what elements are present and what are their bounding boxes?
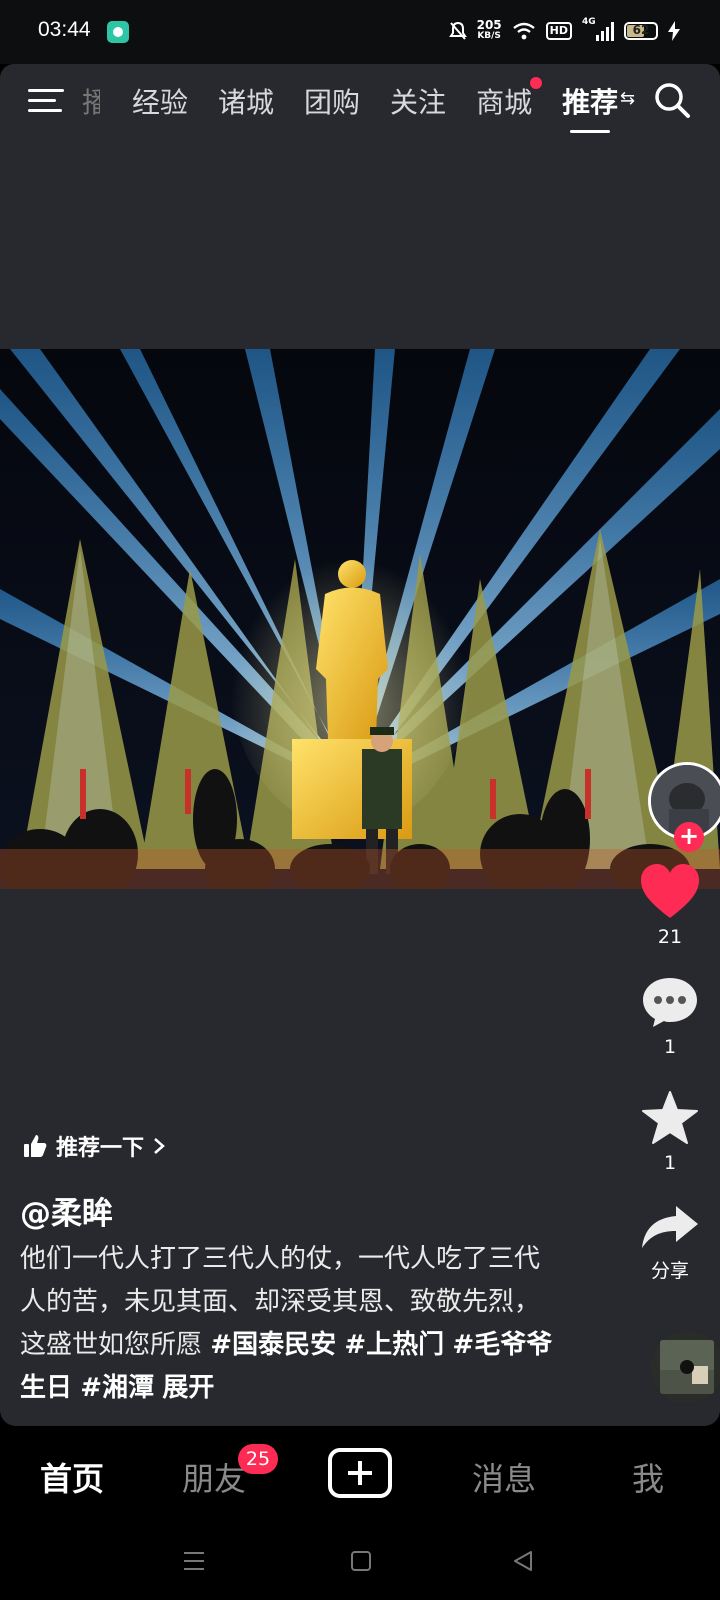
hashtag[interactable]: #国泰民安 <box>210 1330 336 1360</box>
thumbs-up-icon <box>24 1135 47 1157</box>
comment-button[interactable]: 1 <box>620 974 720 1058</box>
top-nav: 播 经验 诸城 团购 关注 商城 推荐 ⇆ <box>0 64 720 140</box>
recommend-button[interactable]: 推荐一下 <box>22 1124 166 1168</box>
tab-following[interactable]: 关注 <box>390 81 446 121</box>
wifi-icon <box>512 22 535 40</box>
comment-icon <box>643 978 697 1027</box>
video-frame <box>0 349 720 889</box>
mute-bell-icon <box>448 21 467 40</box>
tab-messages[interactable]: 消息 <box>472 1454 536 1500</box>
menu-icon[interactable] <box>28 86 64 116</box>
heart-icon <box>641 864 699 918</box>
video-caption: 他们一代人打了三代人的仗，一代人吃了三代人的苦，未见其面、却深受其恩、致敬先烈，… <box>20 1238 565 1410</box>
favorite-count: 1 <box>663 1152 677 1174</box>
chevron-right-icon <box>154 1138 165 1154</box>
tab-home[interactable]: 首页 <box>40 1454 104 1500</box>
battery-level: 62 <box>632 23 650 37</box>
status-time: 03:44 <box>38 18 91 41</box>
back-triangle-icon[interactable] <box>512 1550 534 1572</box>
star-icon <box>642 1091 698 1144</box>
tab-local-city[interactable]: 诸城 <box>218 81 274 121</box>
tab-recommended[interactable]: 推荐 <box>562 81 618 133</box>
author-username[interactable]: @柔眸 <box>20 1188 113 1233</box>
music-disc-cover <box>650 1330 720 1404</box>
recommend-label: 推荐一下 <box>56 1136 145 1161</box>
hashtag[interactable]: #上热门 <box>344 1330 444 1360</box>
battery-icon: 62 <box>624 22 658 40</box>
tab-live[interactable]: 播 <box>82 81 100 121</box>
share-button[interactable]: 分享 <box>620 1204 720 1283</box>
favorite-button[interactable]: 1 <box>620 1090 720 1174</box>
hd-icon: HD <box>545 22 572 40</box>
network-speed-value: 205 <box>476 18 502 32</box>
like-button[interactable]: 21 <box>620 862 720 948</box>
follow-button[interactable]: + <box>674 822 704 852</box>
share-arrow-icon <box>642 1206 698 1248</box>
cell-signal-icon: 4G <box>582 17 614 41</box>
action-rail: + 21 1 1 分享 <box>620 64 720 1426</box>
network-speed: 205 KB/S <box>476 18 502 42</box>
system-nav-bar <box>0 1528 720 1600</box>
status-bar: 03:44 205 KB/S HD 4G 62 <box>0 0 720 64</box>
tab-mall-notification-dot <box>530 77 543 89</box>
charging-icon <box>668 21 680 41</box>
network-type: 4G <box>582 17 596 27</box>
video-player[interactable] <box>0 349 720 889</box>
music-disc[interactable] <box>650 1330 720 1404</box>
top-tabs: 播 经验 诸城 团购 关注 商城 推荐 <box>82 77 618 133</box>
status-right-group: 205 KB/S HD 4G 62 <box>448 16 680 46</box>
tab-experience[interactable]: 经验 <box>132 81 188 121</box>
expand-caption-button[interactable]: 展开 <box>162 1373 214 1403</box>
tab-group-buy[interactable]: 团购 <box>304 81 360 121</box>
bottom-tab-bar: 首页 朋友 25 消息 我 <box>0 1426 720 1528</box>
home-square-icon[interactable] <box>350 1550 372 1572</box>
tab-mall[interactable]: 商城 <box>476 77 543 121</box>
notification-app-icon <box>107 21 129 43</box>
comment-count: 1 <box>663 1036 677 1058</box>
like-count: 21 <box>657 926 683 948</box>
tab-me[interactable]: 我 <box>632 1454 664 1500</box>
friends-badge: 25 <box>238 1444 278 1474</box>
share-label: 分享 <box>650 1260 689 1282</box>
network-speed-unit: KB/S <box>477 31 501 41</box>
tab-mall-label: 商城 <box>476 86 533 119</box>
tab-friends[interactable]: 朋友 <box>182 1454 246 1500</box>
create-post-button[interactable] <box>328 1448 392 1498</box>
feed-panel: 播 经验 诸城 团购 关注 商城 推荐 ⇆ + 21 1 1 分享 推荐一下 @… <box>0 64 720 1426</box>
recents-icon[interactable] <box>182 1550 206 1572</box>
hashtag[interactable]: #湘潭 <box>80 1373 154 1403</box>
